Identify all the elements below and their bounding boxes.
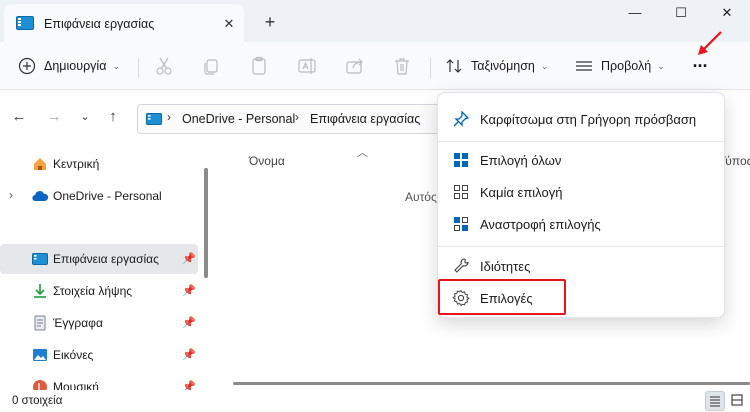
menu-divider bbox=[438, 141, 724, 142]
back-arrow-icon[interactable]: ← bbox=[10, 108, 28, 126]
breadcrumb-desktop[interactable]: Επιφάνεια εργασίας bbox=[310, 112, 420, 126]
menu-item-select-all[interactable]: Επιλογή όλων bbox=[442, 145, 722, 175]
chevron-down-icon: ⌄ bbox=[657, 60, 665, 71]
title-bar: Επιφάνεια εργασίας ✕ + — ☐ ✕ bbox=[0, 0, 750, 42]
item-count: 0 στοιχεία bbox=[12, 395, 63, 407]
rename-icon[interactable] bbox=[296, 55, 318, 77]
details-view-icon bbox=[710, 396, 720, 407]
menu-item-label: Αναστροφή επιλογής bbox=[480, 217, 601, 232]
view-list-icon bbox=[576, 61, 592, 71]
download-icon bbox=[34, 284, 46, 298]
menu-item-label: Καμία επιλογή bbox=[480, 185, 563, 200]
annotation-highlight-box bbox=[438, 279, 566, 315]
more-icon: ··· bbox=[692, 55, 709, 76]
tiles-view-button[interactable] bbox=[728, 391, 748, 411]
pin-icon: 📌 bbox=[182, 253, 196, 265]
desktop-icon bbox=[16, 16, 34, 30]
details-view-button[interactable] bbox=[705, 391, 725, 411]
sidebar-item-downloads[interactable]: Στοιχεία λήψης 📌 bbox=[0, 276, 198, 306]
tab-desktop[interactable]: Επιφάνεια εργασίας ✕ bbox=[4, 4, 244, 42]
sidebar-item-pictures[interactable]: Εικόνες 📌 bbox=[0, 340, 198, 370]
close-window-button[interactable]: ✕ bbox=[704, 0, 750, 28]
breadcrumb-chevron-icon[interactable]: › bbox=[167, 110, 171, 124]
command-bar: Δημιουργία ⌄ Ταξινόμηση ⌄ Προβολή ⌄ ··· bbox=[0, 42, 750, 90]
pictures-icon bbox=[33, 349, 47, 361]
status-bar: 0 στοιχεία bbox=[0, 390, 750, 412]
new-tab-button[interactable]: + bbox=[258, 10, 282, 34]
invert-selection-icon bbox=[454, 217, 468, 231]
chevron-down-icon: ⌄ bbox=[540, 60, 549, 71]
sort-icon bbox=[446, 59, 462, 73]
view-button-label: Προβολή bbox=[601, 59, 652, 73]
document-icon bbox=[34, 315, 46, 331]
tiles-view-icon bbox=[731, 394, 743, 406]
menu-item-properties[interactable]: Ιδιότητες bbox=[442, 251, 722, 281]
sidebar-item-label: Εικόνες bbox=[53, 348, 94, 362]
share-icon[interactable] bbox=[344, 55, 366, 77]
copy-icon[interactable] bbox=[200, 55, 222, 77]
plus-circle-icon bbox=[18, 57, 36, 75]
select-none-icon bbox=[454, 185, 468, 199]
recent-locations-chevron-icon[interactable]: ⌄ bbox=[76, 108, 94, 126]
divider bbox=[430, 58, 431, 78]
breadcrumb-chevron-icon[interactable]: › bbox=[295, 110, 299, 124]
menu-item-invert-selection[interactable]: Αναστροφή επιλογής bbox=[442, 209, 722, 239]
tab-close-icon[interactable]: ✕ bbox=[218, 13, 240, 35]
onedrive-cloud-icon bbox=[32, 191, 48, 202]
paste-icon[interactable] bbox=[248, 55, 270, 77]
delete-icon[interactable] bbox=[391, 55, 413, 77]
navigation-pane: Κεντρική › OneDrive - Personal Επιφάνεια… bbox=[0, 146, 217, 394]
view-button[interactable]: Προβολή ⌄ bbox=[575, 52, 665, 80]
sidebar-item-label: Επιφάνεια εργασίας bbox=[53, 252, 159, 266]
home-icon bbox=[34, 158, 46, 170]
sidebar-item-label: OneDrive - Personal bbox=[53, 189, 162, 203]
cut-icon[interactable] bbox=[153, 55, 175, 77]
minimize-button[interactable]: — bbox=[612, 0, 658, 28]
sort-button[interactable]: Ταξινόμηση ⌄ bbox=[445, 52, 548, 80]
new-button-label: Δημιουργία bbox=[44, 59, 107, 73]
sidebar-item-onedrive[interactable]: › OneDrive - Personal bbox=[0, 181, 198, 211]
maximize-button[interactable]: ☐ bbox=[658, 0, 704, 28]
sidebar-scrollbar[interactable] bbox=[204, 168, 208, 278]
breadcrumb-onedrive[interactable]: OneDrive - Personal bbox=[182, 112, 295, 126]
pin-icon: 📌 bbox=[182, 285, 196, 297]
new-button[interactable]: Δημιουργία ⌄ bbox=[18, 52, 120, 80]
menu-item-pin-quick-access[interactable]: Καρφίτσωμα στη Γρήγορη πρόσβαση bbox=[442, 104, 722, 134]
sidebar-item-label: Έγγραφα bbox=[53, 316, 103, 330]
forward-arrow-icon[interactable]: → bbox=[45, 108, 63, 126]
pin-icon: 📌 bbox=[182, 349, 196, 361]
sidebar-item-desktop[interactable]: Επιφάνεια εργασίας 📌 bbox=[0, 244, 198, 274]
properties-icon bbox=[454, 258, 469, 273]
menu-item-select-none[interactable]: Καμία επιλογή bbox=[442, 177, 722, 207]
sidebar-item-home[interactable]: Κεντρική bbox=[0, 149, 198, 179]
menu-item-label: Ιδιότητες bbox=[480, 259, 531, 274]
column-header-name[interactable]: Όνομα bbox=[249, 154, 285, 168]
menu-item-label: Καρφίτσωμα στη Γρήγορη πρόσβαση bbox=[480, 112, 697, 127]
divider bbox=[138, 58, 139, 78]
empty-folder-message: Αυτός bbox=[405, 190, 437, 204]
expand-chevron-icon[interactable]: › bbox=[9, 188, 13, 202]
annotation-arrow-icon bbox=[698, 31, 722, 55]
desktop-icon bbox=[146, 113, 162, 125]
tab-title: Επιφάνεια εργασίας bbox=[44, 17, 155, 31]
chevron-down-icon: ⌄ bbox=[112, 60, 120, 71]
address-bar[interactable]: › OneDrive - Personal › Επιφάνεια εργασί… bbox=[137, 104, 467, 134]
pin-icon bbox=[453, 110, 470, 127]
menu-divider bbox=[438, 246, 724, 247]
menu-item-label: Επιλογή όλων bbox=[480, 153, 562, 168]
sort-ascending-icon: ︿ bbox=[357, 147, 368, 159]
sidebar-item-label: Κεντρική bbox=[53, 157, 100, 171]
up-arrow-icon[interactable]: ↑ bbox=[104, 108, 122, 126]
sidebar-item-documents[interactable]: Έγγραφα 📌 bbox=[0, 308, 198, 338]
horizontal-scrollbar[interactable] bbox=[233, 382, 750, 385]
sidebar-item-label: Στοιχεία λήψης bbox=[53, 284, 133, 298]
select-all-icon bbox=[454, 153, 468, 167]
sort-button-label: Ταξινόμηση bbox=[471, 59, 535, 73]
pin-icon: 📌 bbox=[182, 317, 196, 329]
desktop-icon bbox=[32, 253, 48, 265]
